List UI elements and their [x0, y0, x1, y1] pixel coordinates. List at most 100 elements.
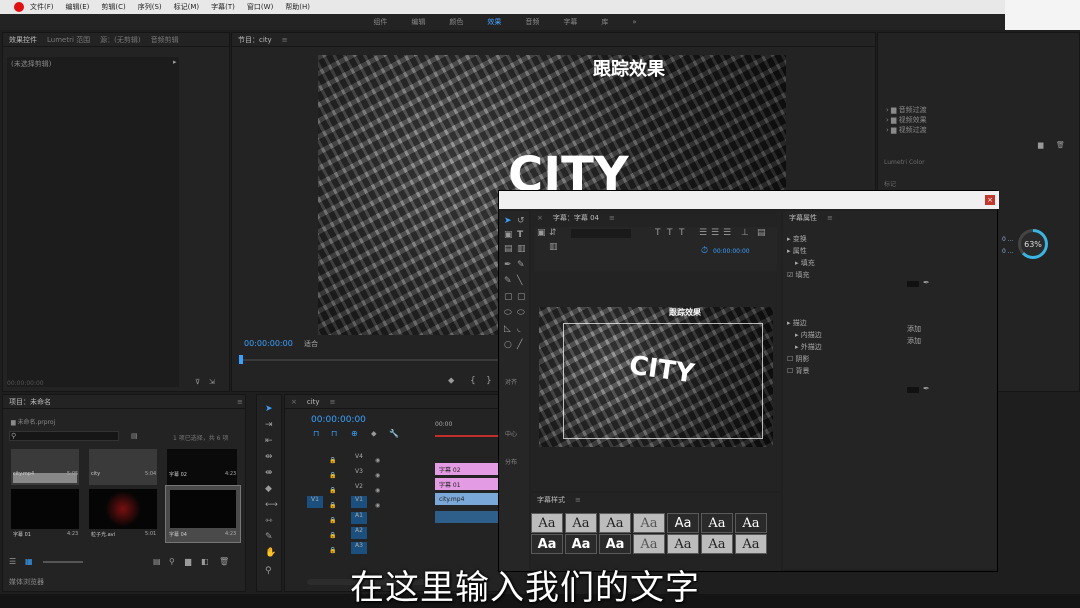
find-icon[interactable]: ⚲	[169, 557, 175, 566]
rolling-edit-tool-icon[interactable]: ⇹	[265, 453, 273, 462]
timeline-menu-icon[interactable]: ≡	[330, 398, 336, 406]
marker-icon[interactable]: ⬥	[448, 377, 454, 386]
title-line-icon[interactable]: ╱	[517, 341, 522, 350]
title-pen-tool-icon[interactable]: ✒	[504, 261, 512, 270]
menu-window[interactable]: 窗口(W)	[241, 2, 279, 12]
title-arc-icon[interactable]: ◟	[517, 325, 521, 334]
program-fit-select[interactable]: 适合	[304, 339, 318, 349]
wrench-icon[interactable]: 🔧	[389, 429, 399, 438]
in-point-icon[interactable]: {	[470, 377, 476, 386]
workspace-color[interactable]: 颜色	[437, 17, 475, 27]
menu-sequence[interactable]: 序列(S)	[132, 2, 168, 12]
tab-media-browser[interactable]: 媒体浏览器	[9, 577, 44, 587]
style-swatch[interactable]: Aa	[701, 513, 733, 533]
delete-icon[interactable]: 🗑	[1056, 141, 1065, 150]
export-frame-icon[interactable]: ⇲	[209, 378, 215, 387]
title-timecode[interactable]: 00:00:00:00	[713, 248, 750, 255]
lumetri-color-label[interactable]: Lumetri Color	[884, 159, 925, 166]
templates-icon[interactable]: ▥	[549, 243, 558, 252]
title-type-area-icon[interactable]: ▣	[504, 231, 513, 240]
timeline-close-icon[interactable]: ×	[291, 398, 297, 406]
track-v1-label[interactable]: V1	[351, 496, 367, 508]
tab-title-properties[interactable]: 字幕属性	[789, 213, 817, 223]
track-a2-label[interactable]: A2	[351, 527, 367, 539]
title-path-type-icon[interactable]: ▥	[517, 245, 526, 254]
title-rectangle-tool-icon[interactable]: ▢	[504, 293, 513, 302]
bin-icon[interactable]: ▆	[185, 557, 191, 566]
style-swatch[interactable]: Aa	[701, 534, 733, 554]
title-rounded-rect-icon[interactable]: ▢	[517, 293, 526, 302]
project-thumb-title01[interactable]	[11, 489, 79, 529]
tab-source[interactable]: 源：(无剪辑)	[100, 35, 140, 45]
tab-program[interactable]: 节目：city	[238, 35, 272, 45]
style-swatch[interactable]: Aa	[667, 513, 699, 533]
style-swatch[interactable]: Aa	[565, 513, 597, 533]
title-convert-anchor-icon[interactable]: ✎	[517, 261, 525, 270]
workspace-editing[interactable]: 编辑	[399, 17, 437, 27]
workspace-captions[interactable]: 字幕	[551, 17, 589, 27]
source-v1-patch[interactable]: V1	[307, 496, 323, 508]
track-select-tool-icon[interactable]: ⇥	[265, 421, 273, 430]
menu-title[interactable]: 字幕(T)	[205, 2, 241, 12]
fill-color-swatch[interactable]	[907, 281, 919, 287]
expand-arrow-icon[interactable]: ▸	[173, 58, 177, 67]
workspace-assembly[interactable]: 组件	[361, 17, 399, 27]
style-swatch[interactable]: Aa	[633, 534, 665, 554]
zoom-slider[interactable]	[43, 561, 83, 563]
title-properties-menu-icon[interactable]: ≡	[827, 214, 833, 222]
title-vertical-type-icon[interactable]: ▤	[504, 245, 513, 254]
program-timecode[interactable]: 00:00:00:00	[244, 339, 293, 348]
title-selection-tool-icon[interactable]: ➤	[504, 217, 512, 226]
ripple-edit-tool-icon[interactable]: ⇤	[265, 437, 273, 446]
zoom-tool-icon[interactable]: ⚲	[265, 567, 272, 576]
automate-icon[interactable]: ▤	[153, 557, 161, 566]
prop-strokes[interactable]: ▸ 描边	[787, 317, 822, 329]
title-ellipse-icon[interactable]: ○	[504, 341, 512, 350]
project-thumb-title02[interactable]	[167, 449, 237, 485]
sync-timecode-icon[interactable]: ⏱	[701, 247, 708, 256]
list-view-icon[interactable]: ☰	[9, 557, 16, 566]
bold-icon[interactable]: T	[655, 229, 661, 238]
shadow-color-swatch[interactable]	[907, 387, 919, 393]
tree-audio-transitions[interactable]: › ▆ 音频过渡	[886, 105, 927, 115]
style-swatch[interactable]: Aa	[531, 534, 563, 554]
prop-outer-stroke[interactable]: ▸ 外描边	[787, 341, 822, 353]
track-v2-label[interactable]: V2	[355, 483, 363, 490]
title-delete-anchor-icon[interactable]: ╲	[517, 277, 522, 286]
title-styles-menu-icon[interactable]: ≡	[575, 496, 581, 504]
markers-label[interactable]: 标记	[884, 179, 896, 188]
prop-fill[interactable]: ▸ 填充	[787, 257, 822, 269]
tab-lumetri-scopes[interactable]: Lumetri 范围	[47, 35, 90, 45]
menu-file[interactable]: 文件(F)	[24, 2, 60, 12]
out-point-icon[interactable]: }	[486, 377, 492, 386]
title-menu-icon[interactable]: ≡	[609, 214, 615, 222]
program-playhead[interactable]	[239, 355, 243, 364]
tab-stops-icon[interactable]: ⊥	[741, 229, 749, 238]
stroke-add-links[interactable]: 添加 添加	[907, 323, 921, 347]
title-type-tool-icon[interactable]: T	[517, 231, 523, 240]
show-background-icon[interactable]: ▤	[757, 229, 766, 238]
tab-audio-mixer[interactable]: 音频剪辑	[151, 35, 179, 45]
align-center-icon[interactable]: ☰	[711, 229, 719, 238]
track-v4-label[interactable]: V4	[355, 453, 363, 460]
style-swatch[interactable]: Aa	[735, 513, 767, 533]
prop-background[interactable]: ☐ 背景	[787, 365, 822, 377]
menu-edit[interactable]: 编辑(E)	[60, 2, 96, 12]
tree-video-transitions[interactable]: › ▆ 视频过渡	[886, 125, 927, 135]
prop-shadow[interactable]: ☐ 阴影	[787, 353, 822, 365]
menu-marker[interactable]: 标记(M)	[168, 2, 206, 12]
workspace-libraries[interactable]: 库	[589, 17, 620, 27]
snap-icon[interactable]: ⊓	[313, 429, 319, 438]
trash-icon[interactable]: 🗑	[219, 557, 229, 566]
style-swatch[interactable]: Aa	[633, 513, 665, 533]
clip-title-02[interactable]: 字幕 02	[435, 463, 501, 475]
nest-icon[interactable]: ⊕	[351, 429, 358, 438]
slide-tool-icon[interactable]: ⇿	[265, 517, 273, 526]
project-search-input[interactable]	[9, 431, 119, 441]
slip-tool-icon[interactable]: ⟷	[265, 501, 278, 510]
menu-help[interactable]: 帮助(H)	[279, 2, 316, 12]
italic-icon[interactable]: T	[667, 229, 673, 238]
title-rotation-tool-icon[interactable]: ↺	[517, 217, 525, 226]
clip-title-01[interactable]: 字幕 01	[435, 478, 501, 490]
new-folder-icon[interactable]: ▆	[1038, 141, 1043, 150]
